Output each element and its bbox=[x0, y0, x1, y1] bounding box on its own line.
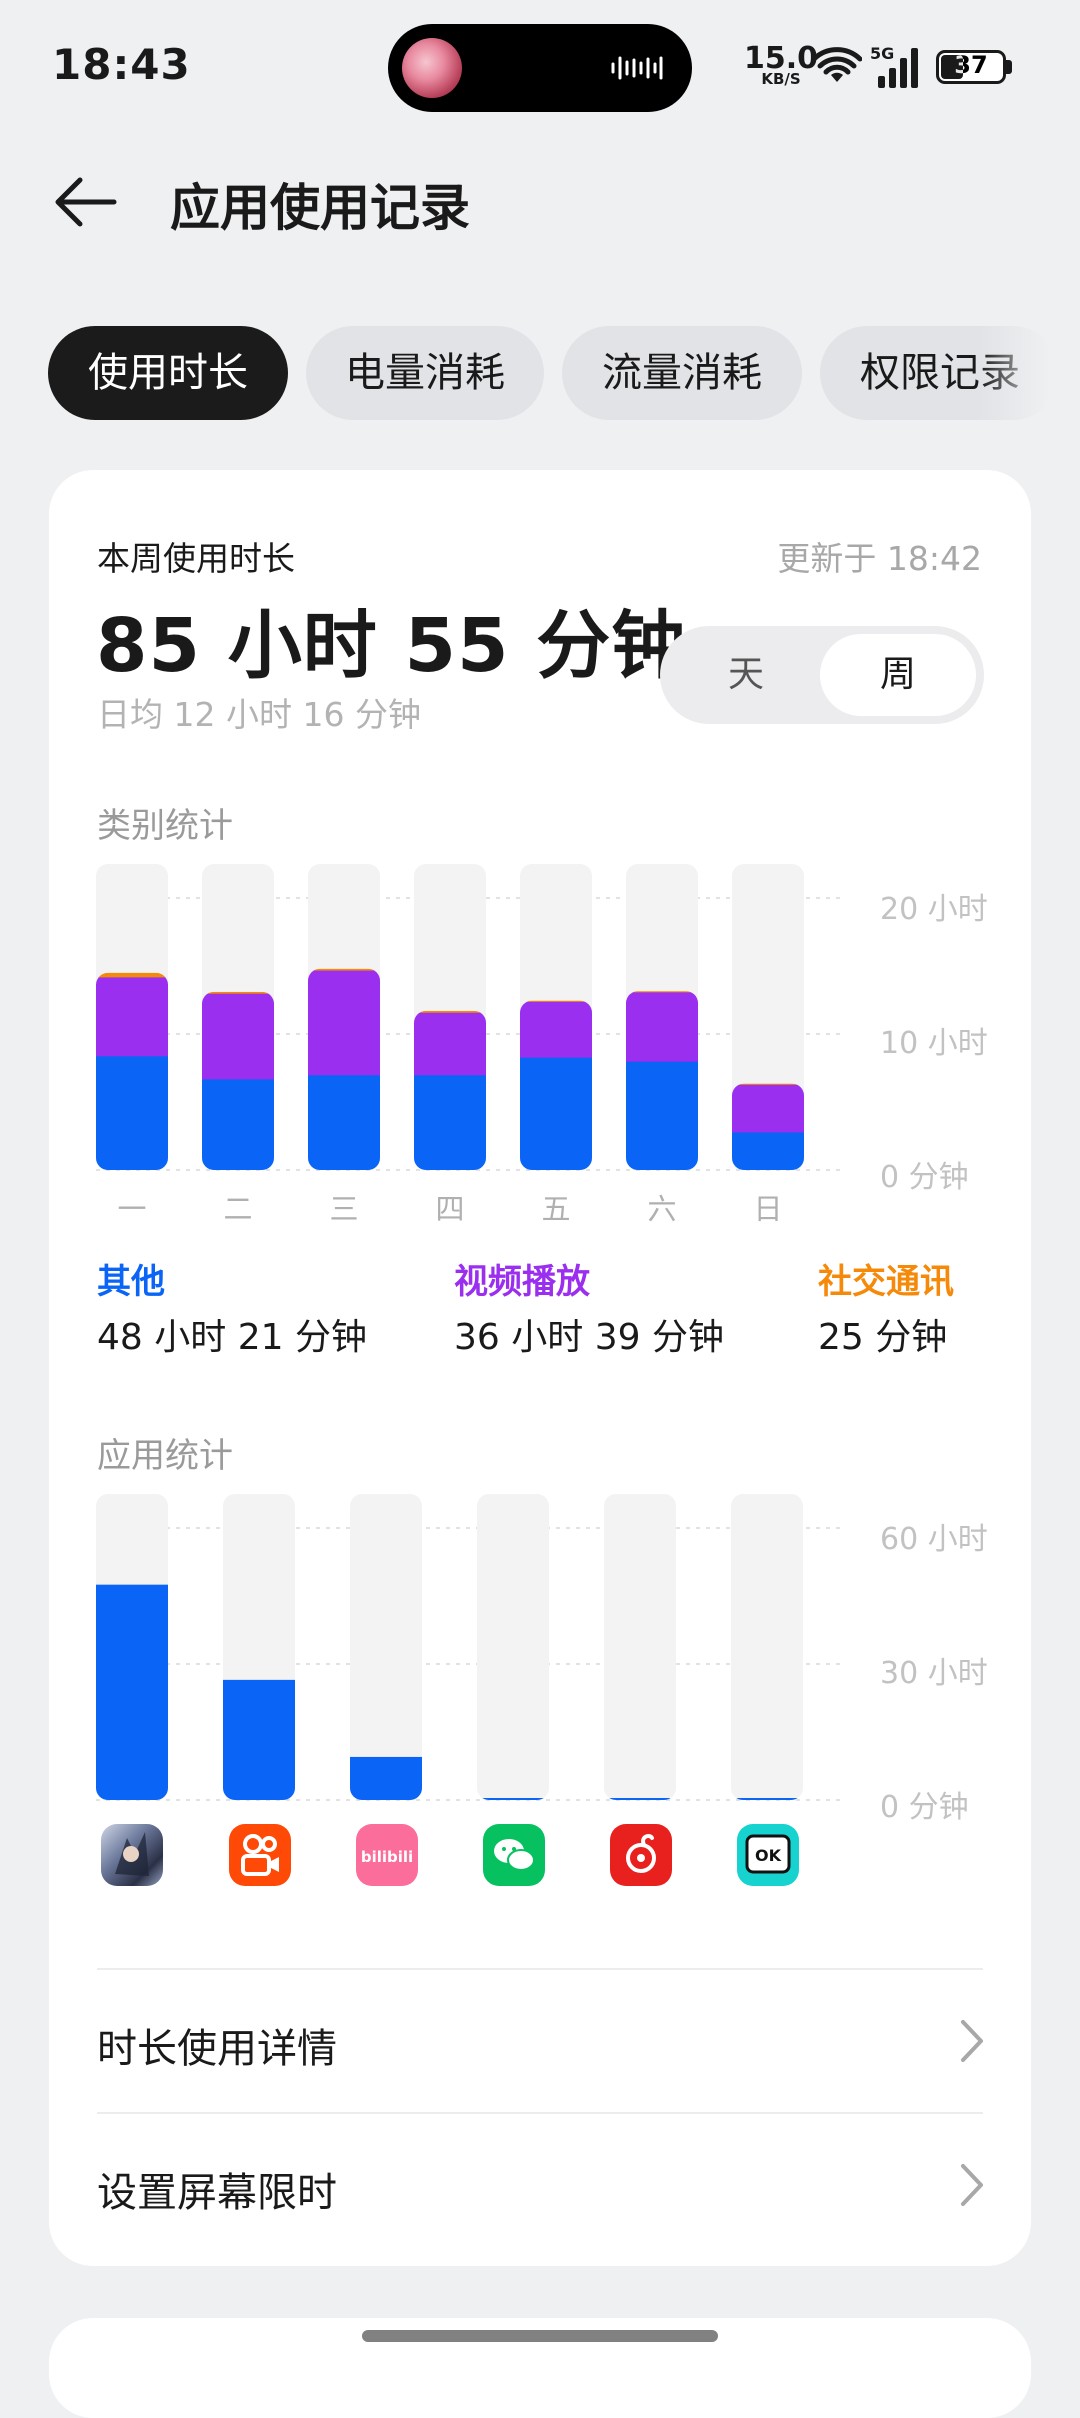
netease-music-icon[interactable] bbox=[610, 1824, 672, 1886]
app-bar-track bbox=[604, 1494, 676, 1800]
home-indicator[interactable] bbox=[362, 2330, 718, 2342]
app-bar-track bbox=[477, 1494, 549, 1800]
usage-details-row[interactable]: 时长使用详情 bbox=[49, 1970, 1031, 2112]
app-bar-netease-music bbox=[604, 1798, 676, 1800]
app-bar-track bbox=[731, 1494, 803, 1800]
y-tick-60h: 60 小时 bbox=[880, 1522, 988, 1557]
screen-time-limit-row[interactable]: 设置屏幕限时 bbox=[49, 2114, 1031, 2256]
screen-time-limit-label: 设置屏幕限时 bbox=[97, 2170, 337, 2216]
app-bar-track bbox=[350, 1494, 422, 1800]
app-bar-bilibili bbox=[350, 1756, 422, 1800]
chevron-right-icon bbox=[961, 2164, 983, 2206]
game-character-icon[interactable] bbox=[101, 1824, 163, 1886]
app-bar-app-1 bbox=[96, 1584, 168, 1800]
bilibili-wordmark: bilibili bbox=[361, 1848, 413, 1866]
usage-details-label: 时长使用详情 bbox=[97, 2026, 337, 2072]
ok-app-label: OK bbox=[755, 1846, 782, 1865]
y-tick-0-app: 0 分钟 bbox=[880, 1790, 969, 1825]
app-bar-app-6 bbox=[731, 1798, 803, 1800]
bilibili-icon[interactable]: bilibili bbox=[356, 1824, 418, 1886]
ok-app-icon[interactable]: OK bbox=[737, 1824, 799, 1886]
app-bar-wechat bbox=[477, 1798, 549, 1800]
app-bar-kuaishou bbox=[223, 1679, 295, 1800]
chevron-right-icon bbox=[961, 2020, 983, 2062]
kuaishou-icon[interactable] bbox=[229, 1824, 291, 1886]
y-tick-30h: 30 小时 bbox=[880, 1656, 988, 1691]
wechat-icon[interactable] bbox=[483, 1824, 545, 1886]
